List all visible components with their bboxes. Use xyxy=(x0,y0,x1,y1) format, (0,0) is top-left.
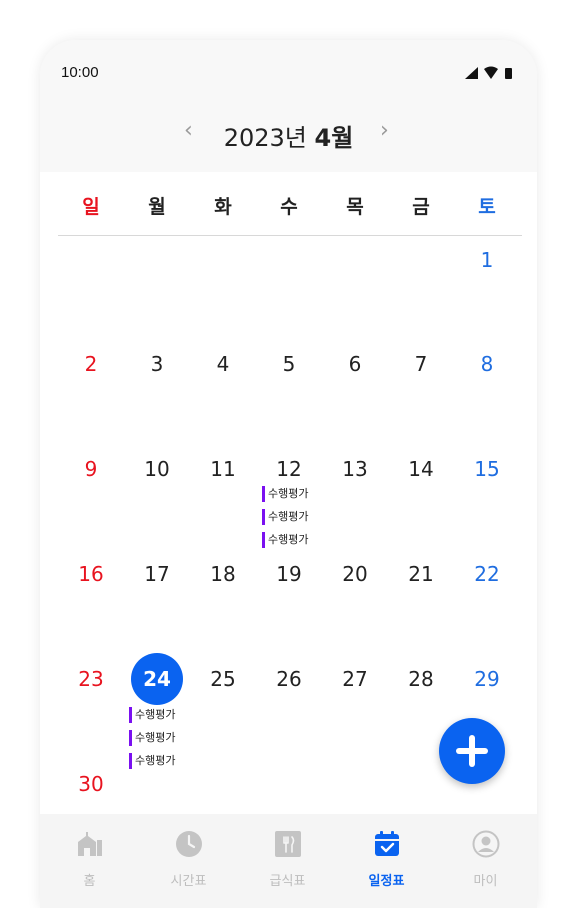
tab-schedule[interactable]: 일정표 xyxy=(337,814,436,908)
day-cell[interactable]: 5 xyxy=(256,352,322,376)
day-cell[interactable]: 12 xyxy=(256,457,322,481)
next-month-button[interactable]: › xyxy=(380,118,389,143)
school-icon xyxy=(78,832,102,856)
day-cell[interactable]: 3 xyxy=(124,352,190,376)
day-cell-today[interactable]: 24 xyxy=(124,667,190,691)
day-cell[interactable]: 27 xyxy=(322,667,388,691)
status-icons xyxy=(463,65,515,84)
weekday-sun: 일 xyxy=(82,196,100,218)
day-cell[interactable]: 30 xyxy=(58,772,124,796)
cellular-signal-icon xyxy=(465,67,478,79)
day-cell[interactable]: 20 xyxy=(322,562,388,586)
year-label: 2023년 xyxy=(223,124,307,152)
month-title: 2023년 4월 xyxy=(40,118,537,153)
day-cell[interactable]: 10 xyxy=(124,457,190,481)
day-cell[interactable]: 11 xyxy=(190,457,256,481)
month-header: ‹ 2023년 4월 › xyxy=(40,106,537,172)
status-bar: 10:00 xyxy=(40,40,537,106)
tab-label: 마이 xyxy=(473,874,498,889)
event-item[interactable]: 수행평가 xyxy=(129,707,175,723)
weekday-tue: 화 xyxy=(214,196,232,218)
bottom-tab-bar: 홈 시간표 급식표 일정표 마이 xyxy=(40,814,537,908)
calendar-check-icon xyxy=(375,831,399,856)
tab-timetable[interactable]: 시간표 xyxy=(139,814,238,908)
wifi-icon xyxy=(484,66,498,79)
weekday-wed: 수 xyxy=(280,196,298,218)
tab-label: 급식표 xyxy=(269,874,306,889)
tab-home[interactable]: 홈 xyxy=(40,814,139,908)
status-time: 10:00 xyxy=(61,64,99,81)
clock-icon xyxy=(176,831,202,857)
day-cell[interactable]: 14 xyxy=(388,457,454,481)
phone-screen: 10:00 ‹ 2023년 4월 › 일 월 화 수 목 금 토 1 2 3 4… xyxy=(40,40,537,908)
weekday-header: 일 월 화 수 목 금 토 xyxy=(58,172,522,236)
day-cell[interactable]: 1 xyxy=(454,248,520,272)
tab-label: 일정표 xyxy=(368,874,405,889)
tab-my[interactable]: 마이 xyxy=(436,814,535,908)
day-cell[interactable]: 6 xyxy=(322,352,388,376)
day-cell[interactable]: 26 xyxy=(256,667,322,691)
day-cell[interactable]: 2 xyxy=(58,352,124,376)
day-cell[interactable]: 9 xyxy=(58,457,124,481)
tab-meal[interactable]: 급식표 xyxy=(238,814,337,908)
add-event-button[interactable] xyxy=(439,718,505,784)
day-cell[interactable]: 23 xyxy=(58,667,124,691)
month-label: 4월 xyxy=(314,124,354,152)
day-cell[interactable]: 7 xyxy=(388,352,454,376)
day-cell[interactable]: 16 xyxy=(58,562,124,586)
event-item[interactable]: 수행평가 xyxy=(129,753,175,769)
day-cell[interactable]: 19 xyxy=(256,562,322,586)
weekday-mon: 월 xyxy=(148,196,166,218)
day-cell[interactable]: 18 xyxy=(190,562,256,586)
day-cell[interactable]: 8 xyxy=(454,352,520,376)
tab-label: 시간표 xyxy=(170,874,207,889)
tab-label: 홈 xyxy=(83,874,96,889)
event-item[interactable]: 수행평가 xyxy=(129,730,175,746)
day-cell[interactable]: 29 xyxy=(454,667,520,691)
event-item[interactable]: 수행평가 xyxy=(262,486,308,502)
meal-icon xyxy=(275,831,301,857)
day-cell[interactable]: 4 xyxy=(190,352,256,376)
weekday-sat: 토 xyxy=(478,196,496,218)
plus-icon xyxy=(456,735,488,767)
day-cell[interactable]: 15 xyxy=(454,457,520,481)
weekday-thu: 목 xyxy=(346,196,364,218)
day-cell[interactable]: 21 xyxy=(388,562,454,586)
day-cell[interactable]: 28 xyxy=(388,667,454,691)
event-item[interactable]: 수행평가 xyxy=(262,509,308,525)
day-cell[interactable]: 17 xyxy=(124,562,190,586)
day-cell[interactable]: 13 xyxy=(322,457,388,481)
weekday-fri: 금 xyxy=(412,196,430,218)
day-cell[interactable]: 25 xyxy=(190,667,256,691)
profile-icon xyxy=(472,830,500,858)
day-cell[interactable]: 22 xyxy=(454,562,520,586)
battery-icon xyxy=(505,68,512,79)
event-item[interactable]: 수행평가 xyxy=(262,532,308,548)
